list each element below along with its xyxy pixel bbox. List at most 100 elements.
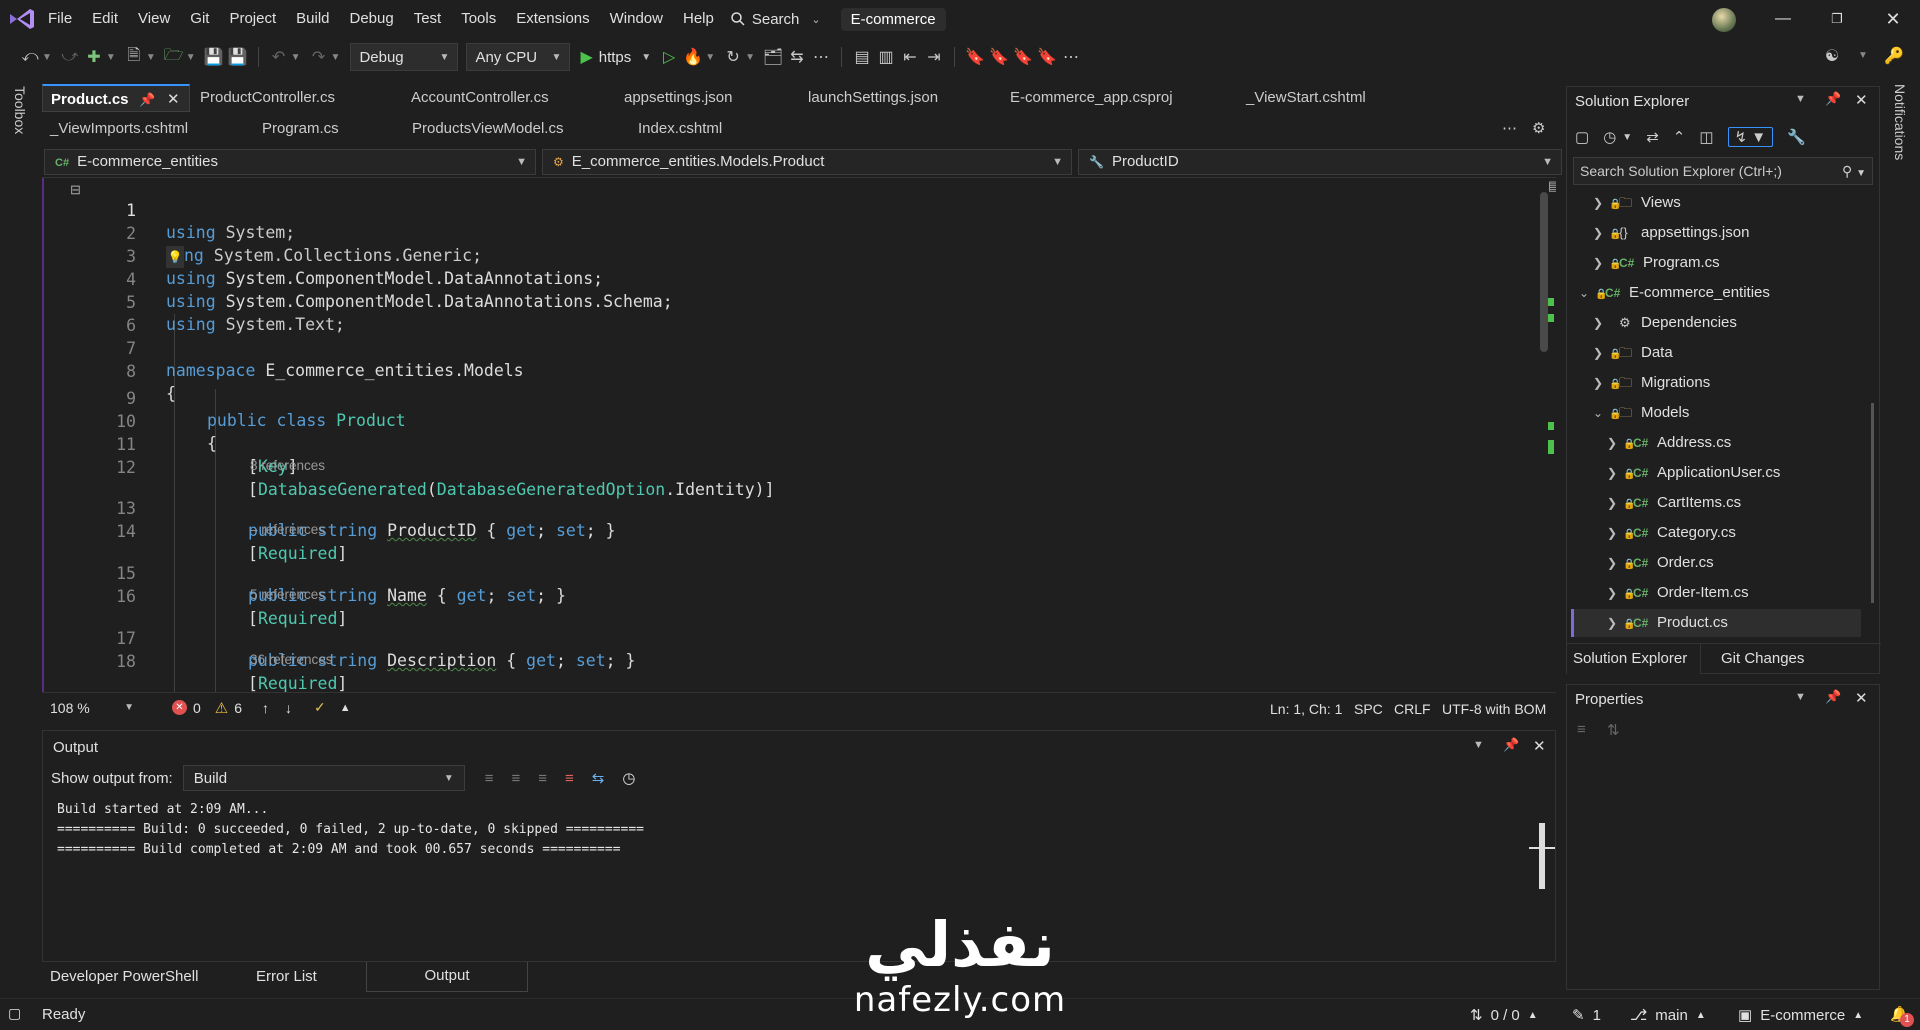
chevron-down-icon[interactable]: ▼	[146, 52, 156, 63]
search-button[interactable]: Search ⌄	[724, 0, 821, 38]
browse-folder-icon[interactable]: 🗂	[761, 47, 785, 67]
chevron-right-icon[interactable]: ❯	[1607, 429, 1623, 457]
tree-item-cartitems[interactable]: ❯ 🔒C# CartItems.cs	[1607, 489, 1741, 517]
line-endings[interactable]: CRLF	[1394, 701, 1431, 717]
chevron-down-icon[interactable]: ▼	[331, 52, 341, 63]
chevron-right-icon[interactable]: ❯	[1607, 519, 1623, 547]
chevron-down-icon[interactable]: ⌄	[1593, 399, 1609, 427]
code-cleanup-icon[interactable]: ✓	[314, 699, 326, 716]
close-icon[interactable]: ✕	[167, 86, 180, 114]
tab-error-list[interactable]: Error List	[256, 968, 317, 985]
notifications-tab[interactable]: Notifications	[1892, 84, 1908, 160]
browser-link-icon[interactable]: ⇆	[785, 47, 809, 67]
chevron-down-icon[interactable]: ▼	[186, 52, 196, 63]
tab-viewimports[interactable]: _ViewImports.cshtml	[50, 115, 188, 143]
tab-developer-powershell[interactable]: Developer PowerShell	[50, 968, 198, 985]
tree-item-dependencies[interactable]: ❯ ⚙ Dependencies	[1593, 309, 1737, 337]
type-dropdown[interactable]: ⚙ E_commerce_entities.Models.Product ▼	[542, 149, 1072, 175]
tree-item-migrations[interactable]: ❯ 🔒🗀 Migrations	[1593, 369, 1710, 397]
codelens-references[interactable]: 5 references	[250, 587, 325, 602]
tree-item-order[interactable]: ❯ 🔒C# Order.cs	[1607, 549, 1714, 577]
pin-icon[interactable]: 📌	[1503, 737, 1519, 753]
find-message-icon[interactable]: ≡	[485, 770, 494, 787]
pin-icon[interactable]: 📌	[1825, 91, 1841, 107]
chevron-down-icon[interactable]: ▼	[1795, 93, 1806, 105]
tab-output[interactable]: Output	[366, 962, 528, 992]
chevron-down-icon[interactable]: ▼	[1473, 739, 1484, 751]
chevron-right-icon[interactable]: ❯	[1593, 309, 1609, 337]
collapse-all-icon[interactable]: ⌃	[1673, 128, 1686, 146]
chevron-down-icon[interactable]: ▼	[1622, 132, 1632, 143]
split-editor-icon[interactable]: ▤	[1548, 178, 1556, 196]
git-sync-indicator[interactable]: ⇅ 0 / 0 ▲	[1470, 1006, 1538, 1025]
tree-item-product[interactable]: ❯ 🔒C# Product.cs	[1571, 609, 1861, 637]
navigate-back-icon[interactable]: ⤺	[18, 48, 42, 66]
timestamp-icon[interactable]: ◷	[622, 769, 635, 787]
filter-icon[interactable]: ↯ ▼	[1727, 127, 1774, 147]
live-share-icon[interactable]: ☯	[1820, 46, 1844, 66]
tab-viewstart[interactable]: _ViewStart.cshtml	[1246, 84, 1366, 112]
tree-item-program[interactable]: ❯ 🔒C# Program.cs	[1593, 249, 1720, 277]
chevron-right-icon[interactable]: ❯	[1593, 189, 1609, 217]
undo-icon[interactable]: ↶	[267, 47, 291, 67]
chevron-down-icon[interactable]: ▼	[106, 52, 116, 63]
errors-indicator[interactable]: ✕ 0	[172, 700, 201, 716]
refresh-icon[interactable]: ↻	[721, 47, 745, 67]
redo-icon[interactable]: ↷	[307, 47, 331, 67]
chevron-right-icon[interactable]: ❯	[1607, 609, 1623, 637]
next-issue-icon[interactable]: ↓	[285, 700, 292, 716]
save-all-icon[interactable]: 💾	[226, 47, 250, 67]
clear-bookmarks-icon[interactable]: 🔖	[1035, 47, 1059, 67]
start-debugging-button[interactable]: ▶ https ▼	[580, 47, 651, 67]
more-options-icon[interactable]: ⋯	[1059, 47, 1083, 67]
output-scrollbar[interactable]	[1539, 823, 1545, 889]
tree-item-data[interactable]: ❯ 🔒🗀 Data	[1593, 339, 1673, 367]
menu-git[interactable]: Git	[180, 0, 219, 38]
new-project-icon[interactable]: ✚	[82, 47, 106, 67]
chevron-right-icon[interactable]: ❯	[1607, 489, 1623, 517]
show-all-files-icon[interactable]: ◫	[1699, 128, 1713, 146]
tree-item-views[interactable]: ❯ 🔒🗀 Views	[1593, 189, 1681, 217]
save-icon[interactable]: 💾	[202, 47, 226, 67]
codelens-references[interactable]: 8 references	[250, 458, 325, 473]
tree-item-applicationuser[interactable]: ❯ 🔒C# ApplicationUser.cs	[1607, 459, 1780, 487]
more-options-icon[interactable]: ⋯	[809, 47, 833, 67]
toolbox-tab[interactable]: Toolbox	[12, 86, 28, 134]
next-bookmark-icon[interactable]: 🔖	[1011, 47, 1035, 67]
output-source-dropdown[interactable]: Build ▼	[182, 765, 465, 791]
chevron-down-icon[interactable]: ⌄	[1579, 279, 1595, 307]
pin-icon[interactable]: 📌	[139, 86, 155, 114]
history-icon[interactable]: ◷	[1603, 128, 1616, 146]
indentation-mode[interactable]: SPC	[1354, 701, 1383, 717]
solution-search-input[interactable]: Search Solution Explorer (Ctrl+;) ⚲ ▼	[1573, 157, 1873, 185]
editor-scrollbar[interactable]	[1540, 192, 1548, 352]
previous-issue-icon[interactable]: ↑	[262, 700, 269, 716]
tab-launchsettings[interactable]: launchSettings.json	[808, 84, 938, 112]
open-icon[interactable]: 🗁	[162, 44, 186, 71]
menu-project[interactable]: Project	[219, 0, 286, 38]
cursor-position[interactable]: Ln: 1, Ch: 1	[1270, 701, 1342, 717]
menu-view[interactable]: View	[128, 0, 180, 38]
word-wrap-icon[interactable]: ⇆	[592, 769, 605, 787]
project-dropdown[interactable]: C# E-commerce_entities ▼	[44, 149, 536, 175]
tab-productsviewmodel[interactable]: ProductsViewModel.cs	[412, 115, 563, 143]
tab-csproj[interactable]: E-commerce_app.csproj	[1010, 84, 1173, 112]
chevron-right-icon[interactable]: ❯	[1607, 549, 1623, 577]
close-icon[interactable]: ✕	[1855, 689, 1868, 707]
tab-accountcontroller[interactable]: AccountController.cs	[411, 84, 549, 112]
minimize-icon[interactable]: —	[1756, 0, 1810, 38]
close-window-icon[interactable]: ✕	[1866, 0, 1920, 38]
start-without-debugging-icon[interactable]: ▷	[657, 47, 681, 67]
hot-reload-icon[interactable]: 🔥	[681, 47, 705, 67]
pending-edits-indicator[interactable]: ✎ 1	[1572, 1006, 1601, 1025]
avatar[interactable]	[1712, 8, 1736, 32]
menu-test[interactable]: Test	[404, 0, 452, 38]
next-message-icon[interactable]: ≡	[538, 770, 547, 787]
tree-item-address[interactable]: ❯ 🔒C# Address.cs	[1607, 429, 1731, 457]
member-dropdown[interactable]: 🔧 ProductID ▼	[1078, 149, 1562, 175]
menu-extensions[interactable]: Extensions	[506, 0, 599, 38]
chevron-down-icon[interactable]: ▼	[745, 52, 755, 63]
tree-item-order-item[interactable]: ❯ 🔒C# Order-Item.cs	[1607, 579, 1749, 607]
categorized-icon[interactable]: ≡	[1577, 721, 1586, 738]
visual-studio-logo-icon[interactable]	[8, 8, 36, 30]
